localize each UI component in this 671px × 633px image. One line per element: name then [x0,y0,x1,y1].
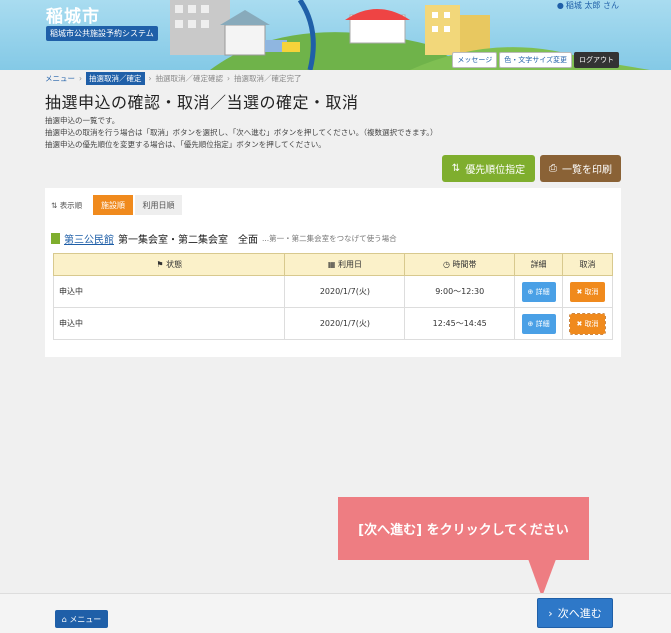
breadcrumb-complete: 抽選取消／確定完了 [234,74,302,83]
breadcrumb-menu[interactable]: メニュー [45,73,75,84]
sort-order-icon: ⇅ [451,163,461,174]
date-cell: 2020/1/7(火) [284,307,406,340]
zoom-icon: ⊕ [527,287,534,296]
breadcrumb-separator: › [79,74,82,83]
description-line: 抽選申込の取消を行う場合は「取消」ボタンを選択し、「次へ進む」ボタンを押してくだ… [45,128,438,137]
display-settings-button[interactable]: 色・文字サイズ変更 [499,52,572,68]
page-title: 抽選申込の確認・取消／当選の確定・取消 [45,93,359,112]
status-cell: 申込中 [52,307,286,340]
room-name: 第一集会室・第二集会室 全面 [118,235,258,246]
page-description: 抽選申込の一覧です。 抽選申込の取消を行う場合は「取消」ボタンを選択し、「次へ進… [45,115,438,151]
facility-name-link[interactable]: 第三公民館 [64,231,114,246]
chevron-right-icon: › [548,606,553,620]
breadcrumb-current: 抽選取消／確定 [86,72,145,85]
site-header: 稲城市 稲城市公共施設予約システム ● 稲城 太郎 さん メッセージ 色・文字サイ… [0,0,671,70]
table-header-row: ⚑ 状態 ▦ 利用日 ◷ 時間帯 詳細 取消 [52,253,613,276]
sort-icon: ⇅ [51,201,58,210]
header-date: ▦ 利用日 [284,253,406,276]
system-name: 稲城市公共施設予約システム [46,26,158,41]
user-label: ● 稲城 太郎 さん [556,1,619,10]
priority-button[interactable]: ⇅ 優先順位指定 [442,155,535,182]
user-icon: ● [556,1,564,10]
status-cell: 申込中 [52,275,286,308]
room-note: ...第一・第二集会室をつなげて使う場合 [262,234,397,243]
time-cell: 9:00～12:30 [404,275,516,308]
breadcrumb-confirm: 抽選取消／確定確認 [155,74,224,83]
date-cell: 2020/1/7(火) [284,275,406,308]
header-cancel: 取消 [562,253,613,276]
table-row: 申込中 2020/1/7(火) 9:00～12:30 ⊕ 詳細 ✖ 取消 [52,275,613,308]
close-icon: ✖ [576,319,583,328]
zoom-icon: ⊕ [527,319,534,328]
detail-button[interactable]: ⊕ 詳細 [521,281,556,302]
time-cell: 12:45～14:45 [404,307,516,340]
menu-button[interactable]: ⌂ メニュー [55,610,108,628]
clock-icon: ◷ [442,260,450,269]
close-icon: ✖ [576,287,583,296]
facility-heading: 第三公民館 第一集会室・第二集会室 全面 ...第一・第二集会室をつなげて使う場… [51,231,397,246]
cancel-button[interactable]: ✖ 取消 [569,312,606,335]
description-line: 抽選申込の優先順位を変更する場合は、「優先順位指定」ボタンを押してください。 [45,140,326,149]
breadcrumb-separator: › [148,74,152,83]
cancel-cell: ✖ 取消 [562,275,613,308]
breadcrumb: メニュー › 抽選取消／確定 › 抽選取消／確定確認 › 抽選取消／確定完了 [45,72,302,85]
calendar-icon: ▦ [327,260,336,269]
flag-icon: ⚑ [156,260,164,269]
header-detail: 詳細 [514,253,564,276]
cancel-button[interactable]: ✖ 取消 [570,281,605,302]
table-row: 申込中 2020/1/7(火) 12:45～14:45 ⊕ 詳細 ✖ 取消 [52,307,613,340]
sort-by-facility-tab[interactable]: 施設順 [93,195,133,215]
message-button[interactable]: メッセージ [452,52,498,68]
application-list-panel: ⇅ 表示順 施設順 利用日順 第三公民館 第一集会室・第二集会室 全面 ...第… [45,188,621,357]
application-table: ⚑ 状態 ▦ 利用日 ◷ 時間帯 詳細 取消 申込中 2020/1/7(火) 9… [52,253,613,340]
breadcrumb-separator: › [227,74,230,83]
detail-cell: ⊕ 詳細 [514,275,564,308]
callout-arrow [528,559,570,597]
header-status: ⚑ 状態 [52,253,286,276]
city-name: 稲城市 [46,7,100,27]
detail-cell: ⊕ 詳細 [514,307,564,340]
printer-icon: ⎙ [549,163,557,174]
building-icon [51,233,60,244]
instruction-callout: [次へ進む] をクリックしてください [338,497,589,560]
sort-label: ⇅ 表示順 [51,201,83,210]
print-button[interactable]: ⎙ 一覧を印刷 [540,155,621,182]
cancel-cell: ✖ 取消 [562,307,613,340]
description-line: 抽選申込の一覧です。 [45,116,120,125]
header-buttons: メッセージ 色・文字サイズ変更 ログアウト [452,52,619,68]
detail-button[interactable]: ⊕ 詳細 [521,313,556,334]
logout-button[interactable]: ログアウト [574,52,619,68]
header-time: ◷ 時間帯 [404,253,516,276]
home-icon: ⌂ [61,614,67,624]
sort-by-date-tab[interactable]: 利用日順 [135,195,182,215]
next-button[interactable]: › 次へ進む [537,598,613,628]
